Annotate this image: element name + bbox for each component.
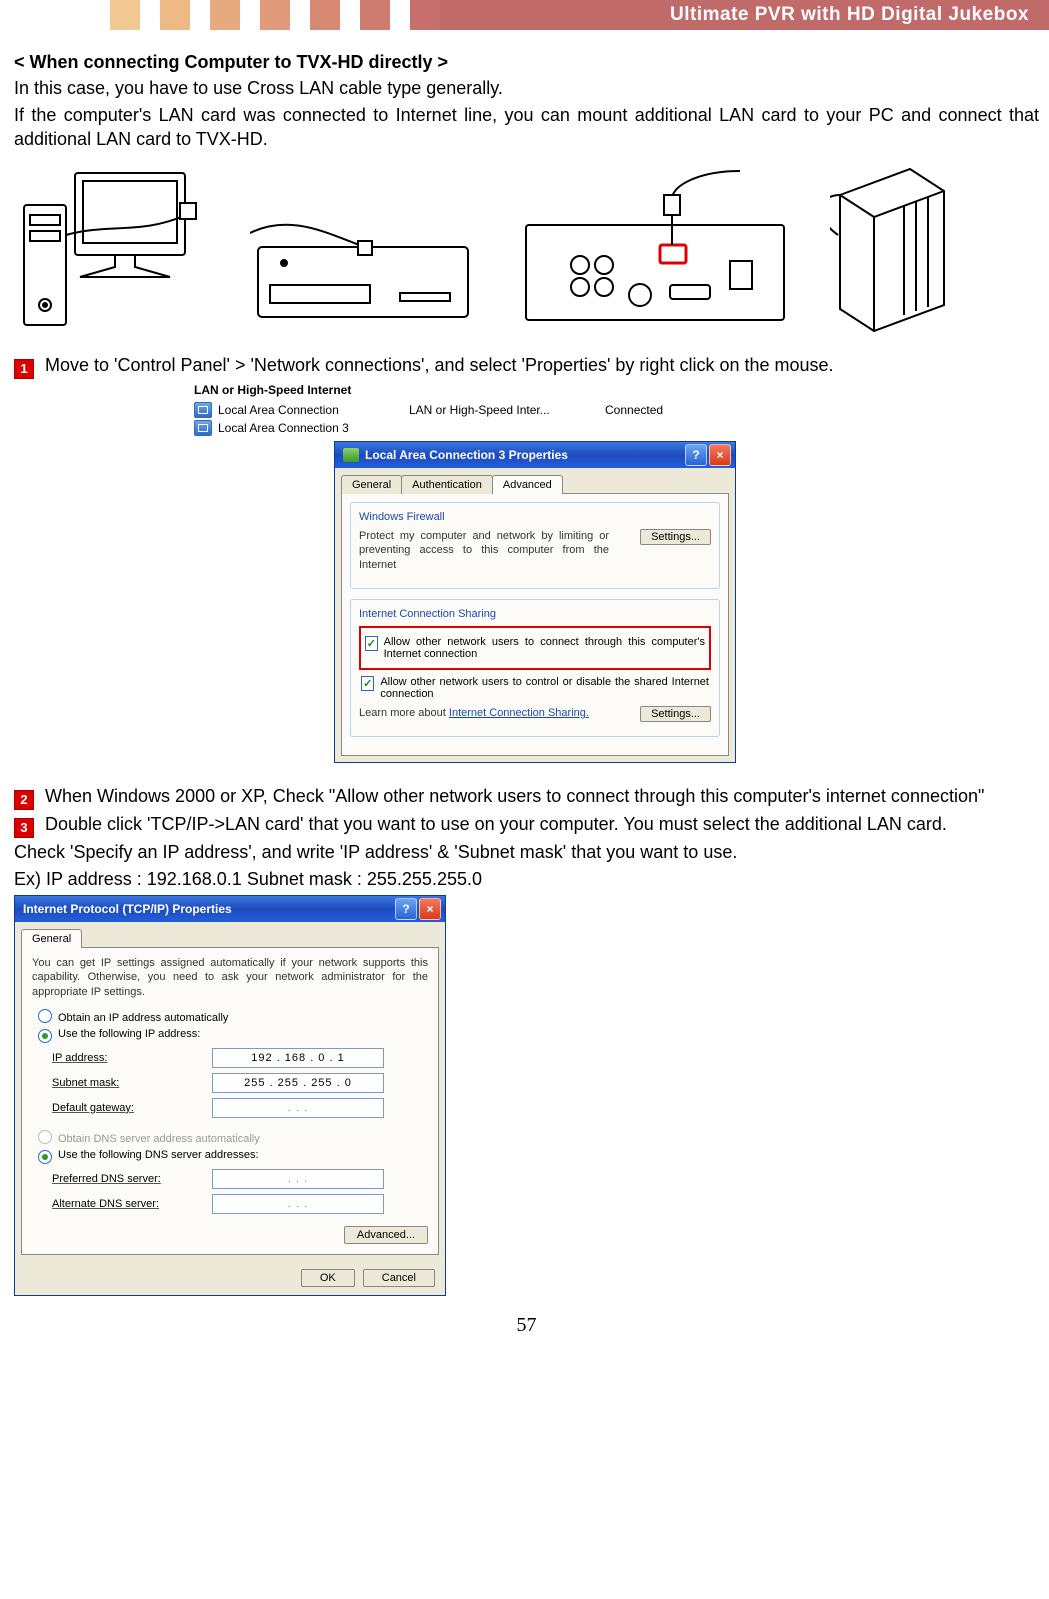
advanced-button[interactable]: Advanced... xyxy=(344,1226,428,1244)
ics-learn-more: Learn more about Internet Connection Sha… xyxy=(359,706,589,720)
badge-1: 1 xyxy=(14,359,34,379)
tab-authentication[interactable]: Authentication xyxy=(401,475,493,494)
tab-advanced[interactable]: Advanced xyxy=(492,475,563,494)
gateway-label: Default gateway: xyxy=(52,1102,212,1114)
network-icon xyxy=(343,448,359,462)
subnet-field[interactable]: 255 . 255 . 255 . 0 xyxy=(212,1073,384,1093)
help-button[interactable]: ? xyxy=(395,898,417,920)
tvx-box-rear-illustration xyxy=(520,165,790,335)
tvx-box-front-illustration xyxy=(250,205,480,335)
subnet-label: Subnet mask: xyxy=(52,1077,212,1089)
lan-header: LAN or High-Speed Internet xyxy=(194,383,714,397)
radio-obtain-ip[interactable]: Obtain an IP address automatically xyxy=(38,1009,428,1024)
lan-row-1[interactable]: Local Area Connection LAN or High-Speed … xyxy=(194,401,714,419)
ip-desc: You can get IP settings assigned automat… xyxy=(32,956,428,999)
tab-general[interactable]: General xyxy=(341,475,402,494)
cancel-button[interactable]: Cancel xyxy=(363,1269,435,1287)
check-line: Check 'Specify an IP address', and write… xyxy=(14,840,1039,864)
firewall-group: Windows Firewall Settings... Protect my … xyxy=(350,502,720,589)
badge-2: 2 xyxy=(14,790,34,810)
pref-dns-label: Preferred DNS server: xyxy=(52,1173,212,1185)
close-button[interactable]: × xyxy=(419,898,441,920)
ip-dialog-title: Internet Protocol (TCP/IP) Properties xyxy=(23,902,393,916)
badge-3: 3 xyxy=(14,818,34,838)
close-button[interactable]: × xyxy=(709,444,731,466)
section-title: < When connecting Computer to TVX-HD dir… xyxy=(14,50,1039,74)
connection-icon xyxy=(194,402,212,418)
intro-line-2: If the computer's LAN card was connected… xyxy=(14,103,1039,152)
radio-use-ip[interactable]: Use the following IP address: xyxy=(38,1028,428,1043)
ics-link[interactable]: Internet Connection Sharing. xyxy=(449,707,589,719)
firewall-settings-button[interactable]: Settings... xyxy=(640,529,711,545)
ics-legend: Internet Connection Sharing xyxy=(359,608,711,620)
firewall-legend: Windows Firewall xyxy=(359,511,711,523)
firewall-desc: Protect my computer and network by limit… xyxy=(359,529,609,572)
tcpip-properties-dialog: Internet Protocol (TCP/IP) Properties ? … xyxy=(14,895,446,1296)
lac-properties-dialog: Local Area Connection 3 Properties ? × G… xyxy=(334,441,736,763)
network-connections-list: LAN or High-Speed Internet Local Area Co… xyxy=(194,383,714,763)
hardware-diagram xyxy=(14,165,1039,335)
step-1-line: 1 Move to 'Control Panel' > 'Network con… xyxy=(14,353,1039,379)
ics-allow-control-checkbox[interactable]: ✓ Allow other network users to control o… xyxy=(359,674,711,702)
ics-group: Internet Connection Sharing ✓ Allow othe… xyxy=(350,599,720,737)
connection-icon xyxy=(194,420,212,436)
router-illustration xyxy=(830,165,950,335)
step-2-line: 2 When Windows 2000 or XP, Check "Allow … xyxy=(14,784,1039,810)
ics-highlight: ✓ Allow other network users to connect t… xyxy=(359,626,711,670)
ok-button[interactable]: OK xyxy=(301,1269,355,1287)
computer-illustration xyxy=(20,165,210,335)
alt-dns-field[interactable]: . . . xyxy=(212,1194,384,1214)
intro-line-1: In this case, you have to use Cross LAN … xyxy=(14,76,1039,100)
ics-allow-connect-checkbox[interactable]: ✓ Allow other network users to connect t… xyxy=(363,634,707,662)
page-number: 57 xyxy=(14,1314,1039,1337)
gateway-field[interactable]: . . . xyxy=(212,1098,384,1118)
radio-use-dns[interactable]: Use the following DNS server addresses: xyxy=(38,1149,428,1164)
page-header-title: Ultimate PVR with HD Digital Jukebox xyxy=(440,0,1049,30)
radio-obtain-dns: Obtain DNS server address automatically xyxy=(38,1130,428,1145)
dialog-title: Local Area Connection 3 Properties xyxy=(365,448,683,462)
pref-dns-field[interactable]: . . . xyxy=(212,1169,384,1189)
help-button[interactable]: ? xyxy=(685,444,707,466)
top-strip: Ultimate PVR with HD Digital Jukebox xyxy=(0,0,1049,30)
step-3-line: 3 Double click 'TCP/IP->LAN card' that y… xyxy=(14,812,1039,838)
tab-general[interactable]: General xyxy=(21,929,82,948)
alt-dns-label: Alternate DNS server: xyxy=(52,1198,212,1210)
lan-row-2[interactable]: Local Area Connection 3 xyxy=(194,419,714,437)
example-line: Ex) IP address : 192.168.0.1 Subnet mask… xyxy=(14,867,1039,891)
ip-address-field[interactable]: 192 . 168 . 0 . 1 xyxy=(212,1048,384,1068)
ics-settings-button[interactable]: Settings... xyxy=(640,706,711,722)
ip-address-label: IP address: xyxy=(52,1052,212,1064)
